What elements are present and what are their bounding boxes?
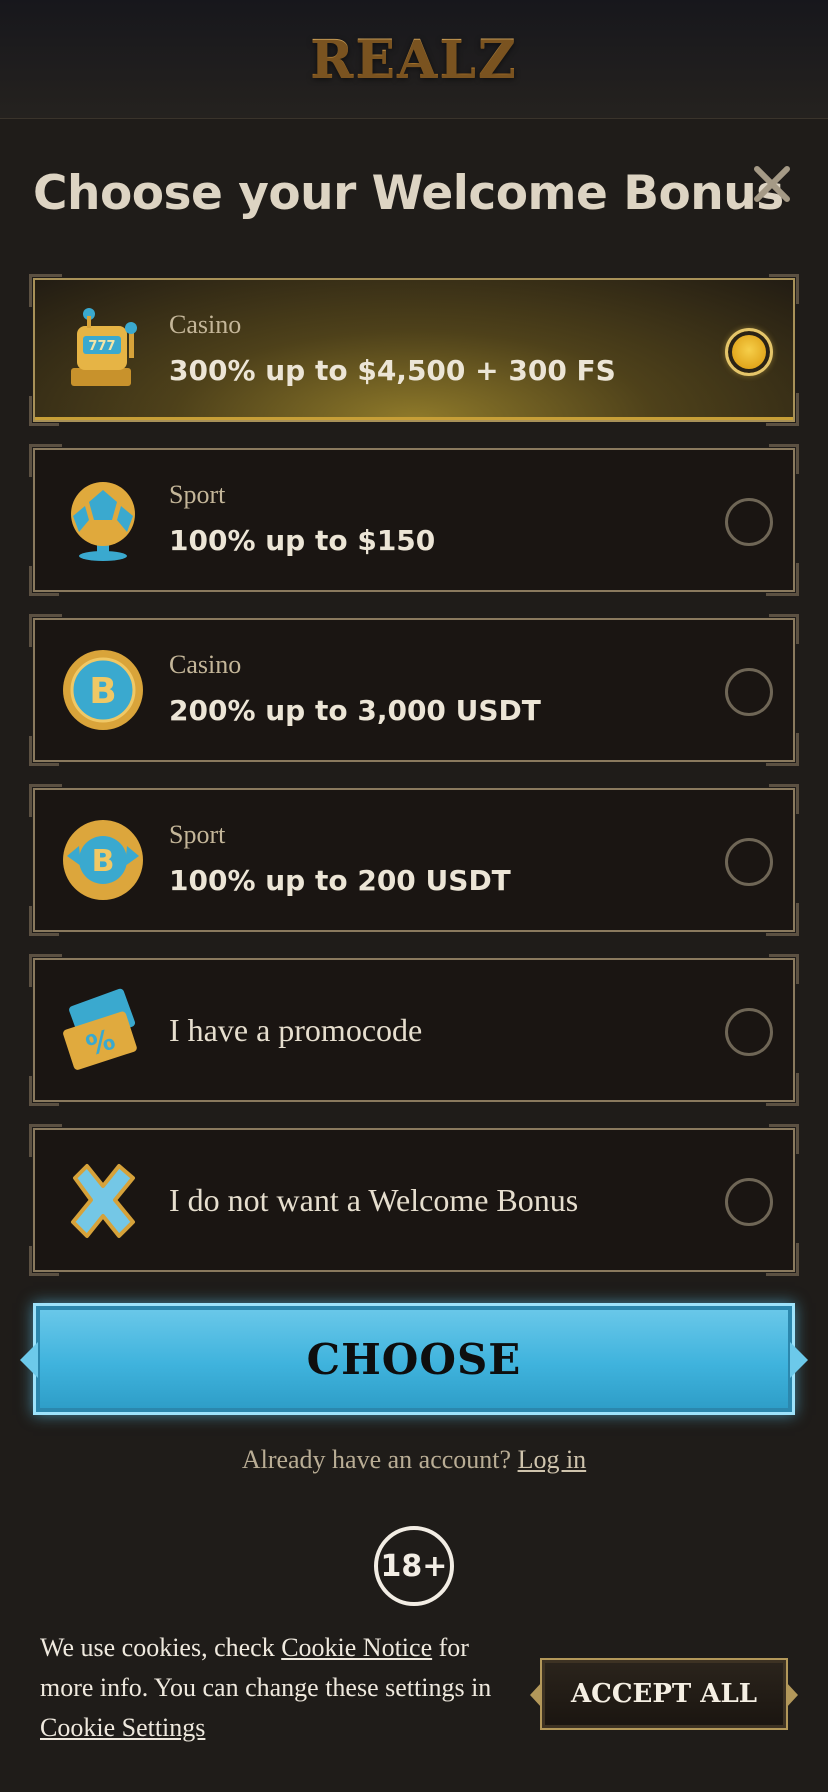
option-label: I have a promocode (169, 1012, 423, 1048)
cookie-text: We use cookies, check Cookie Notice for … (40, 1633, 492, 1742)
cookie-banner: We use cookies, check Cookie Notice for … (0, 1612, 828, 1792)
accept-all-button[interactable]: ACCEPT ALL (530, 1658, 798, 1730)
option-offer: 300% up to $4,500 + 300 FS (169, 354, 616, 387)
radio-unselected[interactable] (725, 668, 773, 716)
radio-unselected[interactable] (725, 498, 773, 546)
radio-selected[interactable] (725, 328, 773, 376)
radio-unselected[interactable] (725, 1008, 773, 1056)
bitcoin-coin-icon: B (59, 646, 147, 734)
page-title: Choose your Welcome Bonus (33, 166, 784, 221)
svg-text:B: B (92, 844, 115, 879)
bonus-option-sport-usdt[interactable]: B Sport 100% up to 200 USDT (29, 784, 799, 936)
bitcoin-football-icon: B (59, 816, 147, 904)
bonus-option-promocode[interactable]: % I have a promocode (29, 954, 799, 1106)
option-category: Casino (169, 650, 242, 679)
choose-button[interactable]: CHOOSE (20, 1303, 808, 1415)
svg-text:777: 777 (88, 339, 115, 354)
option-offer: 100% up to $150 (169, 524, 436, 557)
accept-all-label: ACCEPT ALL (570, 1679, 758, 1709)
login-prompt: Already have an account? Log in (241, 1445, 587, 1474)
cookie-notice-link[interactable]: Cookie Notice (281, 1633, 432, 1662)
radio-unselected[interactable] (725, 1178, 773, 1226)
radio-unselected[interactable] (725, 838, 773, 886)
option-offer: 100% up to 200 USDT (169, 864, 511, 897)
slot-machine-icon: 777 (59, 306, 147, 394)
close-button[interactable] (748, 160, 796, 208)
bonus-option-casino-usdt[interactable]: B Casino 200% up to 3,000 USDT (29, 614, 799, 766)
football-trophy-icon (59, 476, 147, 564)
option-category: Casino (169, 310, 242, 339)
close-icon (754, 166, 790, 202)
option-offer: 200% up to 3,000 USDT (169, 694, 541, 727)
option-category: Sport (169, 480, 226, 509)
promo-ticket-icon: % (59, 986, 147, 1074)
login-link[interactable]: Log in (518, 1445, 587, 1474)
option-category: Sport (169, 820, 226, 849)
svg-text:B: B (89, 671, 116, 712)
bonus-option-casino-300[interactable]: 777 Casino 300% up to $4,500 + 300 FS (29, 274, 799, 426)
cookie-settings-link[interactable]: Cookie Settings (40, 1713, 205, 1742)
bonus-option-sport-150[interactable]: Sport 100% up to $150 (29, 444, 799, 596)
age-restriction-badge: 18+ (374, 1526, 454, 1606)
bonus-option-no-bonus[interactable]: I do not want a Welcome Bonus (29, 1124, 799, 1276)
cross-icon (59, 1156, 147, 1244)
choose-button-label: CHOOSE (306, 1334, 522, 1384)
option-label: I do not want a Welcome Bonus (169, 1182, 579, 1218)
realz-logo[interactable]: REALZ (310, 29, 518, 90)
top-header: REALZ (0, 0, 828, 119)
